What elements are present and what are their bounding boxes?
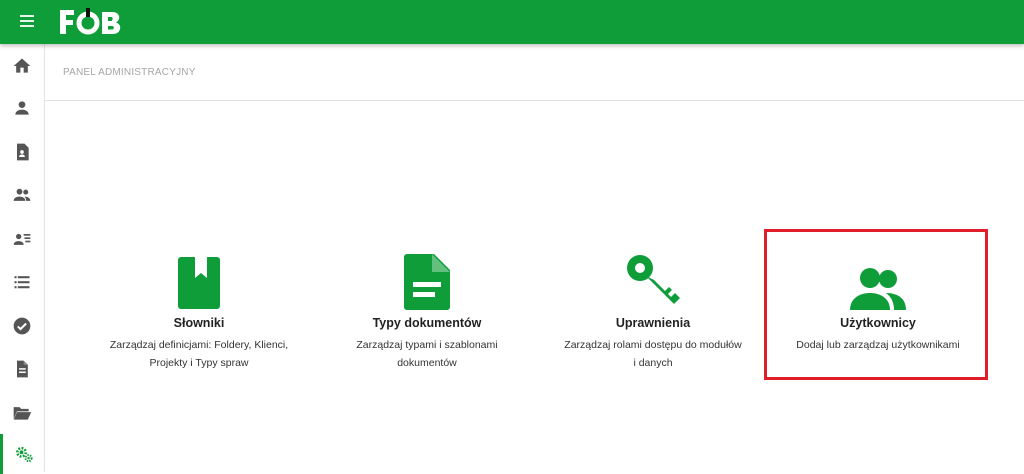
document-text-icon (404, 254, 450, 310)
home-icon (13, 58, 31, 73)
fob-logo[interactable] (58, 6, 130, 38)
folder-open-icon (13, 407, 32, 420)
sidebar-item-groups[interactable] (0, 175, 44, 215)
tile-title: Uprawnienia (615, 316, 691, 330)
list-icon (14, 276, 30, 289)
tile-title: Typy dokumentów (372, 316, 482, 330)
tile-uzytkownicy[interactable]: Użytkownicy Dodaj lub zarządzaj użytkown… (768, 250, 988, 380)
key-icon (627, 255, 680, 304)
settings-gears-icon (15, 446, 33, 463)
sidebar-item-tasks[interactable] (0, 306, 44, 346)
tile-description: Dodaj lub zarządzaj użytkownikami (796, 339, 960, 351)
breadcrumb: PANEL ADMINISTRACYJNY (63, 67, 196, 78)
sidebar-item-person-list[interactable] (0, 219, 44, 259)
tile-title: Słowniki (173, 316, 225, 330)
person-list-icon (13, 233, 31, 245)
sidebar-item-list[interactable] (0, 262, 44, 302)
tile-description: Zarządzaj rolami dostępu do modułów i da… (564, 339, 742, 369)
tile-description: Zarządzaj definicjami: Foldery, Klienci,… (109, 339, 289, 369)
document-icon (17, 360, 28, 378)
sidebar-item-profile[interactable] (0, 88, 44, 128)
sidebar-item-documents[interactable] (0, 349, 44, 389)
people-icon (13, 188, 31, 201)
sidebar-item-admin[interactable] (0, 434, 44, 474)
bookmark-book-icon (178, 257, 220, 309)
breadcrumb-bar: PANEL ADMINISTRACYJNY (45, 44, 1024, 101)
check-circle-icon (13, 317, 31, 335)
sidebar (0, 44, 45, 474)
contact-document-icon (17, 143, 29, 161)
hamburger-icon[interactable] (18, 13, 40, 31)
top-app-bar (0, 0, 1024, 44)
tile-uprawnienia[interactable]: Uprawnienia Zarządzaj rolami dostępu do … (543, 250, 763, 380)
sidebar-item-contacts[interactable] (0, 132, 44, 172)
tile-typy-dokumentow[interactable]: Typy dokumentów Zarządzaj typami i szabl… (317, 250, 537, 380)
person-icon (15, 101, 29, 115)
people-icon (850, 268, 906, 310)
sidebar-item-home[interactable] (0, 46, 44, 86)
tile-description: Zarządzaj typami i szablonami dokumentów (356, 339, 498, 369)
tile-title: Użytkownicy (840, 316, 916, 330)
tile-slowniki[interactable]: Słowniki Zarządzaj definicjami: Foldery,… (89, 250, 309, 380)
sidebar-item-folders[interactable] (0, 393, 44, 433)
